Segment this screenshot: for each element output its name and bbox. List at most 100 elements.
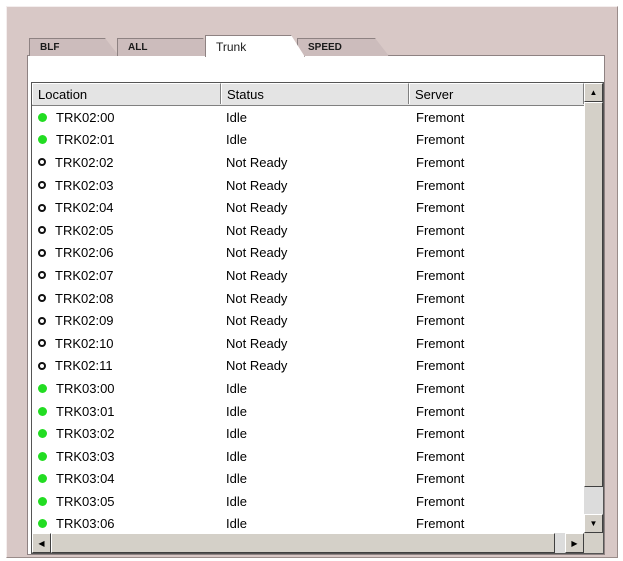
server-cell: Fremont bbox=[416, 222, 465, 238]
server-cell: Fremont bbox=[416, 154, 465, 170]
status-cell: Not Ready bbox=[226, 335, 288, 351]
column-header-server[interactable]: Server bbox=[409, 83, 584, 104]
location-cell: TRK02:05 bbox=[32, 223, 221, 238]
location-cell: TRK03:04 bbox=[32, 471, 221, 486]
status-cell: Not Ready bbox=[226, 245, 288, 261]
location-cell: TRK02:08 bbox=[32, 291, 221, 306]
status-cell: Idle bbox=[226, 109, 247, 125]
table-row[interactable]: TRK02:06 Not Ready Fremont bbox=[32, 242, 584, 265]
tab-speed[interactable]: SPEED bbox=[297, 38, 389, 56]
not-ready-status-icon bbox=[38, 158, 46, 167]
horizontal-scroll-thumb[interactable] bbox=[51, 533, 555, 553]
server-cell: Fremont bbox=[416, 448, 465, 464]
table-row[interactable]: TRK02:09 Not Ready Fremont bbox=[32, 309, 584, 332]
table-row[interactable]: TRK02:08 Not Ready Fremont bbox=[32, 287, 584, 310]
not-ready-status-icon bbox=[38, 248, 46, 257]
table-row[interactable]: TRK02:05 Not Ready Fremont bbox=[32, 219, 584, 242]
status-cell: Idle bbox=[226, 493, 247, 509]
idle-status-icon bbox=[38, 406, 47, 416]
location-text: TRK03:06 bbox=[56, 516, 115, 532]
status-cell: Idle bbox=[226, 403, 247, 419]
arrow-left-icon[interactable]: ◀ bbox=[32, 533, 51, 553]
status-cell: Not Ready bbox=[226, 177, 288, 193]
location-text: TRK02:10 bbox=[55, 335, 114, 351]
column-header-location[interactable]: Location bbox=[32, 83, 221, 104]
status-cell: Idle bbox=[226, 448, 247, 464]
tab-trunk[interactable]: Trunk bbox=[205, 35, 305, 57]
server-cell: Fremont bbox=[416, 426, 465, 442]
server-cell: Fremont bbox=[416, 335, 465, 351]
list-rows: TRK02:00 Idle Fremont TRK02:01 Idle Fremont TR… bbox=[32, 106, 584, 535]
idle-status-icon bbox=[38, 496, 47, 506]
not-ready-status-icon bbox=[38, 339, 46, 348]
tab-all[interactable]: ALL bbox=[117, 38, 217, 56]
location-text: TRK02:07 bbox=[55, 267, 114, 283]
table-row[interactable]: TRK03:05 Idle Fremont bbox=[32, 490, 584, 513]
location-cell: TRK03:05 bbox=[32, 494, 221, 509]
horizontal-scrollbar[interactable]: ◀ ▶ bbox=[32, 533, 584, 553]
table-row[interactable]: TRK03:04 Idle Fremont bbox=[32, 468, 584, 491]
table-row[interactable]: TRK02:03 Not Ready Fremont bbox=[32, 174, 584, 197]
not-ready-status-icon bbox=[38, 361, 46, 370]
not-ready-status-icon bbox=[38, 181, 46, 190]
vertical-scroll-thumb[interactable] bbox=[584, 102, 603, 487]
status-cell: Idle bbox=[226, 132, 247, 148]
location-cell: TRK02:01 bbox=[32, 132, 221, 147]
location-text: TRK02:00 bbox=[56, 109, 115, 125]
idle-status-icon bbox=[38, 383, 47, 393]
status-cell: Not Ready bbox=[226, 200, 288, 216]
location-text: TRK02:08 bbox=[55, 290, 114, 306]
location-cell: TRK02:10 bbox=[32, 336, 221, 351]
idle-status-icon bbox=[38, 112, 47, 122]
server-cell: Fremont bbox=[416, 493, 465, 509]
table-row[interactable]: TRK03:01 Idle Fremont bbox=[32, 400, 584, 423]
table-row[interactable]: TRK02:10 Not Ready Fremont bbox=[32, 332, 584, 355]
server-cell: Fremont bbox=[416, 380, 465, 396]
table-row[interactable]: TRK03:00 Idle Fremont bbox=[32, 377, 584, 400]
status-cell: Idle bbox=[226, 516, 247, 532]
table-row[interactable]: TRK02:02 Not Ready Fremont bbox=[32, 151, 584, 174]
table-row[interactable]: TRK02:04 Not Ready Fremont bbox=[32, 196, 584, 219]
location-cell: TRK02:02 bbox=[32, 155, 221, 170]
location-text: TRK03:03 bbox=[56, 448, 115, 464]
status-cell: Not Ready bbox=[226, 313, 288, 329]
arrow-up-icon[interactable]: ▲ bbox=[584, 83, 603, 102]
vertical-scrollbar[interactable]: ▲ ▼ bbox=[584, 83, 603, 533]
trunk-list: Location Status Server TRK02:00 Idle Fremo… bbox=[31, 82, 604, 554]
table-row[interactable]: TRK03:02 Idle Fremont bbox=[32, 422, 584, 445]
status-cell: Not Ready bbox=[226, 222, 288, 238]
server-cell: Fremont bbox=[416, 290, 465, 306]
not-ready-status-icon bbox=[38, 316, 46, 325]
server-cell: Fremont bbox=[416, 132, 465, 148]
arrow-right-icon[interactable]: ▶ bbox=[565, 533, 584, 553]
location-cell: TRK02:09 bbox=[32, 313, 221, 328]
location-text: TRK02:03 bbox=[55, 177, 114, 193]
table-row[interactable]: TRK02:11 Not Ready Fremont bbox=[32, 355, 584, 378]
table-row[interactable]: TRK03:06 Idle Fremont bbox=[32, 513, 584, 536]
location-text: TRK03:04 bbox=[56, 471, 115, 487]
status-cell: Not Ready bbox=[226, 154, 288, 170]
location-text: TRK02:11 bbox=[55, 358, 113, 374]
column-header-status[interactable]: Status bbox=[221, 83, 409, 104]
idle-status-icon bbox=[38, 451, 47, 461]
table-row[interactable]: TRK02:00 Idle Fremont bbox=[32, 106, 584, 129]
server-cell: Fremont bbox=[416, 109, 465, 125]
tab-blf[interactable]: BLF bbox=[29, 38, 119, 56]
trunk-window: BLF ALL SPEED Trunk Location Status Serv… bbox=[6, 6, 618, 558]
scrollbar-corner bbox=[584, 533, 603, 553]
location-cell: TRK02:03 bbox=[32, 178, 221, 193]
table-row[interactable]: TRK03:03 Idle Fremont bbox=[32, 445, 584, 468]
location-text: TRK02:02 bbox=[55, 154, 114, 170]
location-text: TRK03:02 bbox=[56, 426, 115, 442]
list-header: Location Status Server bbox=[32, 83, 584, 106]
location-cell: TRK03:02 bbox=[32, 426, 221, 441]
server-cell: Fremont bbox=[416, 200, 465, 216]
table-row[interactable]: TRK02:07 Not Ready Fremont bbox=[32, 264, 584, 287]
location-text: TRK02:06 bbox=[55, 245, 114, 261]
arrow-down-icon[interactable]: ▼ bbox=[584, 514, 603, 533]
location-text: TRK03:05 bbox=[56, 493, 115, 509]
server-cell: Fremont bbox=[416, 313, 465, 329]
table-row[interactable]: TRK02:01 Idle Fremont bbox=[32, 129, 584, 152]
server-cell: Fremont bbox=[416, 177, 465, 193]
location-cell: TRK02:04 bbox=[32, 200, 221, 215]
